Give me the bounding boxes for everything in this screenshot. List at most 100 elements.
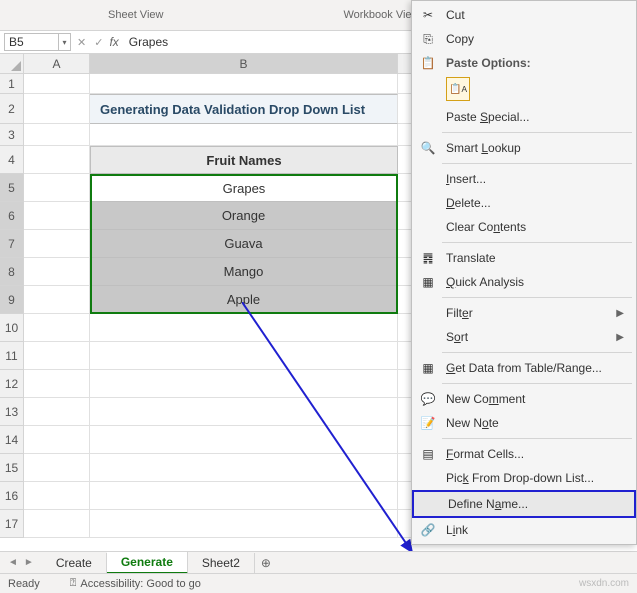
grid-cell[interactable] — [90, 370, 398, 398]
tab-create[interactable]: Create — [42, 553, 107, 573]
add-sheet-icon[interactable]: ⊕ — [255, 556, 277, 570]
ctx-delete[interactable]: Delete... — [412, 191, 636, 215]
name-box-dropdown-icon[interactable]: ▾ — [59, 33, 71, 51]
grid-cell[interactable] — [90, 426, 398, 454]
data-cell[interactable]: Apple — [90, 286, 398, 314]
row-header[interactable]: 9 — [0, 286, 24, 314]
ctx-format-cells[interactable]: ▤Format Cells... — [412, 442, 636, 466]
row-header[interactable]: 15 — [0, 454, 24, 482]
ctx-separator — [442, 297, 632, 298]
grid-cell[interactable] — [24, 482, 90, 510]
select-all-corner[interactable] — [0, 54, 24, 74]
row-header[interactable]: 5 — [0, 174, 24, 202]
grid-cell[interactable] — [24, 230, 90, 258]
ctx-sort[interactable]: Sort▶ — [412, 325, 636, 349]
tab-prev-icon[interactable]: ◄ — [8, 557, 18, 568]
ctx-separator — [442, 383, 632, 384]
tab-next-icon[interactable]: ► — [24, 557, 34, 568]
tab-nav[interactable]: ◄► — [0, 557, 42, 568]
ctx-pick-from-list[interactable]: Pick From Drop-down List... — [412, 466, 636, 490]
ctx-define-name[interactable]: Define Name... — [412, 490, 636, 518]
cancel-icon[interactable]: ✕ — [77, 36, 86, 49]
grid-cell[interactable] — [90, 314, 398, 342]
ctx-get-data[interactable]: ▦Get Data from Table/Range... — [412, 356, 636, 380]
grid-cell[interactable] — [90, 74, 398, 94]
row-header[interactable]: 3 — [0, 124, 24, 146]
tab-generate[interactable]: Generate — [107, 552, 188, 574]
row-header[interactable]: 17 — [0, 510, 24, 538]
note-icon: 📝 — [420, 415, 436, 431]
row-header[interactable]: 16 — [0, 482, 24, 510]
chevron-right-icon: ▶ — [616, 332, 624, 343]
data-cell[interactable]: Orange — [90, 202, 398, 230]
row-header[interactable]: 8 — [0, 258, 24, 286]
grid-cell[interactable] — [24, 510, 90, 538]
grid-cell[interactable] — [24, 426, 90, 454]
row-header[interactable]: 2 — [0, 94, 24, 124]
header-cell[interactable]: Fruit Names — [90, 146, 398, 174]
ctx-link[interactable]: 🔗Link — [412, 518, 636, 542]
grid-cell[interactable] — [24, 370, 90, 398]
ctx-clear-contents[interactable]: Clear Contents — [412, 215, 636, 239]
ctx-separator — [442, 242, 632, 243]
ctx-separator — [442, 438, 632, 439]
row-header[interactable]: 12 — [0, 370, 24, 398]
grid-cell[interactable] — [24, 74, 90, 94]
grid-cell[interactable] — [90, 342, 398, 370]
status-accessibility[interactable]: ⍰Accessibility: Good to go — [70, 577, 201, 590]
row-header[interactable]: 10 — [0, 314, 24, 342]
row-header[interactable]: 4 — [0, 146, 24, 174]
ctx-smart-lookup[interactable]: 🔍Smart Lookup — [412, 136, 636, 160]
link-icon: 🔗 — [420, 522, 436, 538]
grid-cell[interactable] — [90, 482, 398, 510]
ctx-translate[interactable]: ䷴Translate — [412, 246, 636, 270]
name-box[interactable]: B5 — [4, 33, 59, 51]
data-cell[interactable]: Guava — [90, 230, 398, 258]
grid-cell[interactable] — [24, 286, 90, 314]
grid-cell[interactable] — [24, 146, 90, 174]
col-header-b[interactable]: B — [90, 54, 398, 74]
grid-cell[interactable] — [24, 174, 90, 202]
grid-cell[interactable] — [24, 94, 90, 124]
grid-cell[interactable] — [90, 454, 398, 482]
data-cell[interactable]: Grapes — [90, 174, 398, 202]
grid-cell[interactable] — [24, 314, 90, 342]
paste-option-a[interactable]: 📋A — [446, 77, 470, 101]
ctx-quick-analysis[interactable]: ▦Quick Analysis — [412, 270, 636, 294]
grid-cell[interactable] — [90, 124, 398, 146]
row-header[interactable]: 11 — [0, 342, 24, 370]
row-header[interactable]: 14 — [0, 426, 24, 454]
accessibility-icon: ⍰ — [70, 577, 77, 590]
row-header[interactable]: 6 — [0, 202, 24, 230]
grid-cell[interactable] — [24, 258, 90, 286]
chevron-right-icon: ▶ — [616, 308, 624, 319]
fx-icon[interactable]: fx — [109, 35, 118, 49]
ctx-filter[interactable]: Filter▶ — [412, 301, 636, 325]
grid-cell[interactable] — [24, 342, 90, 370]
grid-cell[interactable] — [24, 398, 90, 426]
row-header[interactable]: 7 — [0, 230, 24, 258]
ctx-new-note[interactable]: 📝New Note — [412, 411, 636, 435]
quick-analysis-icon: ▦ — [420, 274, 436, 290]
grid-cell[interactable] — [90, 398, 398, 426]
table-icon: ▦ — [420, 360, 436, 376]
ctx-paste-special[interactable]: Paste Special... — [412, 105, 636, 129]
copy-icon: ⎘ — [420, 31, 436, 47]
ctx-separator — [442, 352, 632, 353]
grid-cell[interactable] — [24, 202, 90, 230]
ctx-new-comment[interactable]: 💬New Comment — [412, 387, 636, 411]
row-header[interactable]: 13 — [0, 398, 24, 426]
grid-cell[interactable] — [24, 124, 90, 146]
col-header-a[interactable]: A — [24, 54, 90, 74]
ctx-separator — [442, 163, 632, 164]
title-cell[interactable]: Generating Data Validation Drop Down Lis… — [90, 94, 398, 124]
tab-sheet2[interactable]: Sheet2 — [188, 553, 255, 573]
grid-cell[interactable] — [90, 510, 398, 538]
data-cell[interactable]: Mango — [90, 258, 398, 286]
ctx-cut[interactable]: ✂Cut — [412, 3, 636, 27]
row-header[interactable]: 1 — [0, 74, 24, 94]
enter-icon[interactable]: ✓ — [94, 36, 103, 49]
ctx-copy[interactable]: ⎘Copy — [412, 27, 636, 51]
ctx-insert[interactable]: Insert... — [412, 167, 636, 191]
grid-cell[interactable] — [24, 454, 90, 482]
